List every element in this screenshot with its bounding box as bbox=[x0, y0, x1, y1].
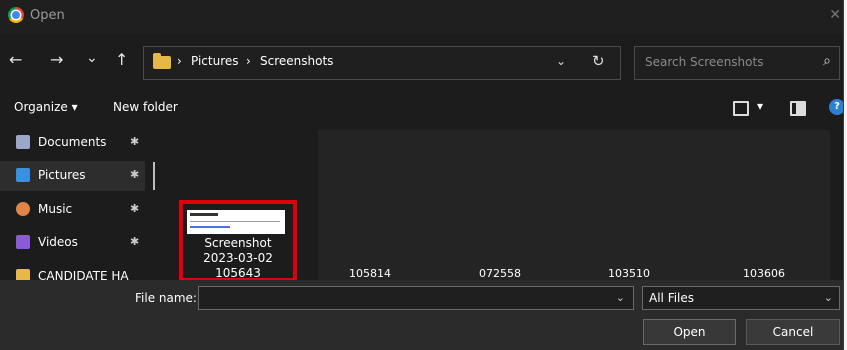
file-item[interactable]: 103606 bbox=[724, 267, 804, 280]
breadcrumb-separator: › bbox=[177, 54, 182, 68]
file-type-select[interactable]: All Files ⌄ bbox=[642, 286, 840, 310]
pin-icon: ✱ bbox=[130, 235, 140, 248]
chrome-icon bbox=[8, 7, 24, 23]
pin-icon: ✱ bbox=[130, 135, 140, 148]
back-arrow-icon[interactable]: ← bbox=[9, 50, 22, 70]
file-list-area bbox=[318, 130, 830, 280]
new-folder-button[interactable]: New folder bbox=[113, 100, 178, 114]
recent-locations-icon[interactable]: ⌄ bbox=[86, 48, 98, 68]
chevron-down-icon: ⌄ bbox=[823, 291, 833, 304]
window-title: Open bbox=[30, 8, 65, 23]
pin-icon: ✱ bbox=[130, 168, 140, 181]
music-icon bbox=[16, 202, 30, 216]
breadcrumb-pictures[interactable]: Pictures bbox=[191, 54, 239, 68]
close-icon[interactable]: ✕ bbox=[829, 7, 841, 23]
pin-icon: ✱ bbox=[130, 202, 140, 215]
selection-highlight bbox=[179, 200, 297, 282]
sidebar-item-label: Pictures bbox=[38, 168, 86, 182]
up-arrow-icon[interactable]: ↑ bbox=[115, 50, 128, 70]
sidebar-item-pictures[interactable]: Pictures ✱ bbox=[0, 161, 145, 191]
sidebar-item-music[interactable]: Music ✱ bbox=[0, 195, 145, 225]
file-name-label: File name: bbox=[135, 291, 197, 305]
breadcrumb-screenshots[interactable]: Screenshots bbox=[260, 54, 333, 68]
sidebar-item-documents[interactable]: Documents ✱ bbox=[0, 128, 145, 158]
sidebar-item-label: Music bbox=[38, 202, 73, 216]
sidebar-item-label: Videos bbox=[38, 235, 78, 249]
change-view-icon[interactable] bbox=[733, 101, 749, 116]
sidebar-item-label: Documents bbox=[38, 135, 107, 149]
sidebar-scrollbar[interactable] bbox=[153, 162, 155, 190]
file-item[interactable]: 105814 bbox=[330, 267, 410, 280]
title-bar: Open ✕ bbox=[0, 0, 843, 34]
refresh-icon[interactable]: ↻ bbox=[592, 52, 605, 70]
search-placeholder: Search Screenshots bbox=[645, 55, 764, 69]
view-options-dropdown-icon[interactable]: ▾ bbox=[757, 99, 763, 113]
forward-arrow-icon[interactable]: → bbox=[50, 50, 63, 70]
organize-menu[interactable]: Organize ▾ bbox=[14, 100, 78, 114]
sidebar-item-videos[interactable]: Videos ✱ bbox=[0, 228, 145, 258]
preview-pane-icon[interactable] bbox=[790, 101, 806, 116]
file-item[interactable]: 103510 bbox=[589, 267, 669, 280]
chevron-down-icon[interactable]: ⌄ bbox=[616, 291, 625, 304]
pictures-icon bbox=[16, 168, 30, 182]
open-file-dialog: Open ✕ ← → ⌄ ↑ › Pictures › Screenshots … bbox=[0, 0, 844, 350]
videos-icon bbox=[16, 235, 30, 249]
cancel-button[interactable]: Cancel bbox=[746, 319, 840, 345]
folder-icon bbox=[153, 53, 171, 69]
address-bar[interactable]: › Pictures › Screenshots ⌄ ↻ bbox=[143, 46, 621, 80]
breadcrumb-separator: › bbox=[246, 54, 251, 68]
open-button[interactable]: Open bbox=[643, 319, 736, 345]
file-item[interactable]: 072558 bbox=[460, 267, 540, 280]
file-type-value: All Files bbox=[649, 291, 695, 305]
file-name-input[interactable]: ⌄ bbox=[198, 286, 634, 310]
help-icon[interactable]: ? bbox=[829, 99, 843, 115]
search-icon[interactable]: ⌕ bbox=[823, 53, 831, 69]
address-dropdown-icon[interactable]: ⌄ bbox=[556, 54, 566, 68]
search-box[interactable]: Search Screenshots ⌕ bbox=[634, 46, 840, 80]
documents-icon bbox=[16, 135, 30, 149]
